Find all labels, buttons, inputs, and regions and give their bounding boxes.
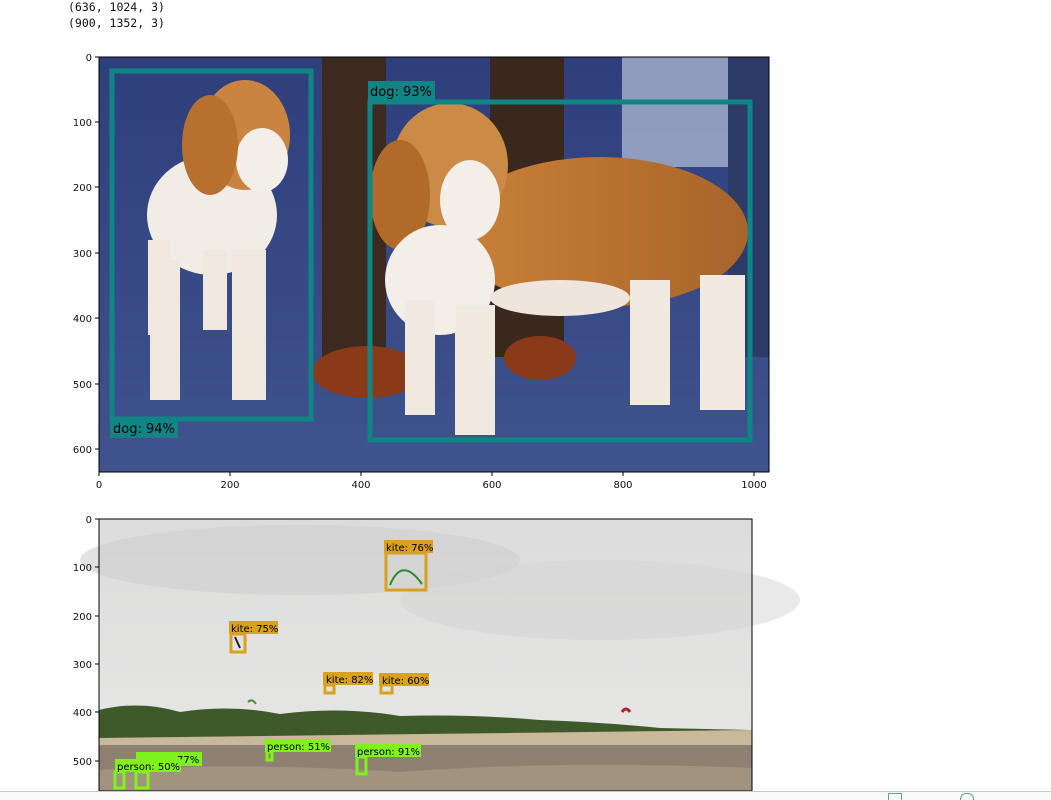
- figure-2: kite: 76% kite: 75% kite: 82% kite: 60% …: [73, 515, 800, 792]
- fig2-ytick-500: 500: [73, 757, 92, 768]
- kite-detection-label-3: kite: 82%: [326, 675, 373, 686]
- fig1-xtick-800: 800: [613, 480, 632, 491]
- kite-detection-label-2: kite: 75%: [231, 624, 278, 635]
- fig1-ytick-600: 600: [73, 445, 92, 456]
- figures-canvas: dog: 94% dog: 93% 0 100 200 300 400 500 …: [73, 53, 800, 792]
- kite-detection-label-4: kite: 60%: [382, 676, 429, 687]
- fig2-ytick-400: 400: [73, 708, 92, 719]
- fig2-ytick-200: 200: [73, 612, 92, 623]
- person-detection-label-2: person: 91%: [357, 747, 420, 758]
- kite-detection-label-1: kite: 76%: [386, 543, 433, 554]
- fig2-ytick-100: 100: [73, 563, 92, 574]
- figure-1-y-axis: 0 100 200 300 400 500 600: [73, 53, 99, 456]
- dog-detection-label-2: dog: 93%: [370, 85, 432, 100]
- person-detection-label-3: person: 50%: [117, 762, 180, 773]
- figure-1-image: [99, 57, 769, 472]
- fig1-ytick-300: 300: [73, 249, 92, 260]
- fig1-xtick-0: 0: [96, 480, 102, 491]
- figure-1-x-axis: 0 200 400 600 800 1000: [96, 472, 767, 491]
- figure-1: dog: 94% dog: 93% 0 100 200 300 400 500 …: [73, 53, 770, 491]
- fig2-ytick-300: 300: [73, 660, 92, 671]
- fig2-ytick-0: 0: [86, 515, 92, 526]
- person-detection-label-1: person: 51%: [267, 742, 330, 753]
- fig1-xtick-1000: 1000: [741, 480, 766, 491]
- dog-detection-label-1: dog: 94%: [113, 422, 175, 437]
- fig1-ytick-500: 500: [73, 380, 92, 391]
- fig1-xtick-600: 600: [482, 480, 501, 491]
- fig1-xtick-400: 400: [351, 480, 370, 491]
- fig1-ytick-400: 400: [73, 314, 92, 325]
- figure-2-image: [80, 519, 800, 791]
- fig1-xtick-200: 200: [220, 480, 239, 491]
- fig1-ytick-200: 200: [73, 183, 92, 194]
- fig1-ytick-0: 0: [86, 53, 92, 64]
- fig1-ytick-100: 100: [73, 118, 92, 129]
